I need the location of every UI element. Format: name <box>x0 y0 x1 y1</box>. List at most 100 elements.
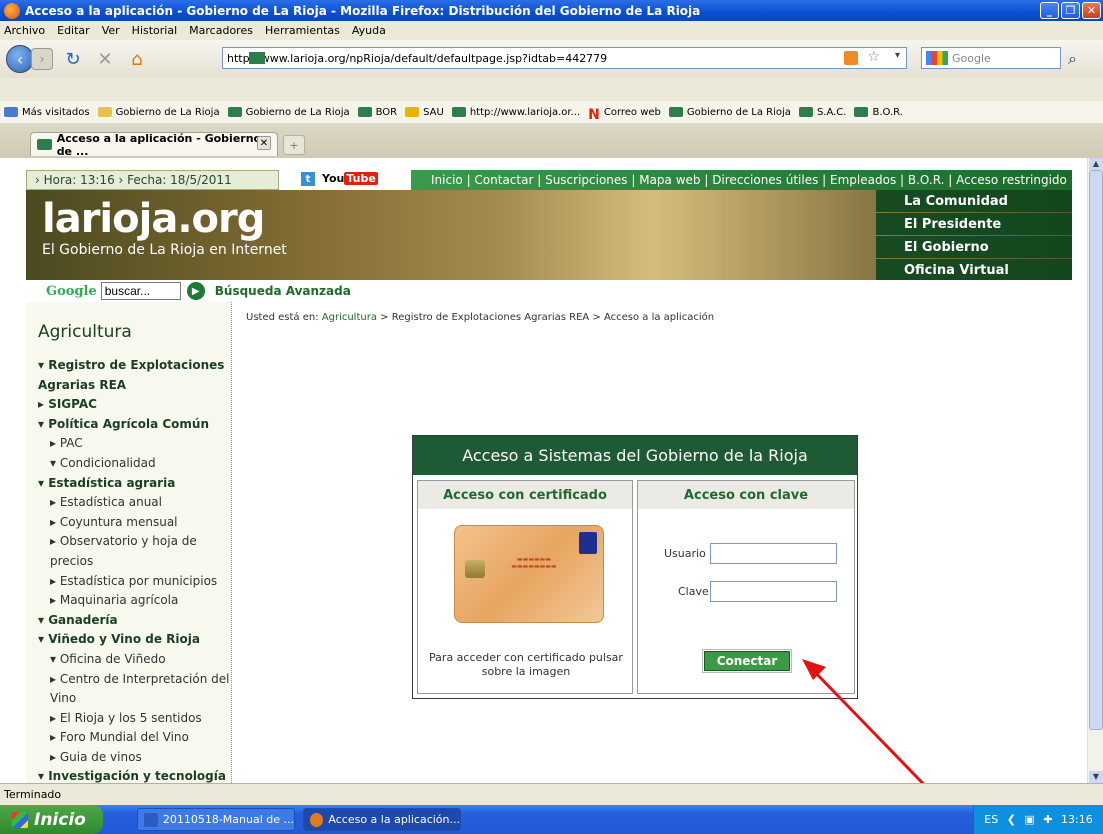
word-icon <box>144 812 158 827</box>
url-dropdown-icon[interactable]: ▾ <box>895 50 900 61</box>
minimize-icon[interactable]: _ <box>1040 2 1059 19</box>
site-icon <box>854 107 869 117</box>
sidebar-item[interactable]: ▾ Condicionalidad <box>38 454 231 474</box>
rss-icon[interactable] <box>844 51 858 65</box>
site-icon <box>798 107 813 117</box>
site-tagline: El Gobierno de La Rioja en Internet <box>42 242 287 258</box>
reload-icon[interactable]: ↻ <box>61 47 85 71</box>
start-button[interactable]: Inicio <box>0 805 103 834</box>
vertical-scrollbar[interactable]: ▲ ▼ <box>1087 158 1103 783</box>
sidebar-item[interactable]: ▸ PAC <box>38 434 231 454</box>
close-icon[interactable]: ✕ <box>1082 2 1101 19</box>
stop-icon[interactable]: ✕ <box>93 47 117 71</box>
bookmark-item[interactable]: SAU <box>405 107 444 118</box>
sidebar-item[interactable]: precios <box>38 552 231 572</box>
bookmark-item[interactable]: Gobierno de La Rioja <box>97 107 220 118</box>
twitter-icon[interactable]: t <box>301 172 315 186</box>
home-icon[interactable]: ⌂ <box>125 47 149 71</box>
sidebar-item[interactable]: ▾ Investigación y tecnología <box>38 767 231 783</box>
site-icon <box>227 107 242 117</box>
youtube-icon[interactable]: You Tube <box>322 172 378 185</box>
url-bar[interactable]: http://www.larioja.org/npRioja/default/d… <box>222 47 907 69</box>
taskbar-task-firefox[interactable]: Acceso a la aplicación... <box>303 808 461 831</box>
menu-la-comunidad[interactable]: La Comunidad <box>876 190 1072 212</box>
sidebar-item[interactable]: ▸ Guia de vinos <box>38 748 231 768</box>
sidebar-item[interactable]: ▾ Política Agrícola Común <box>38 415 231 435</box>
site-logo[interactable]: larioja.org <box>42 196 265 242</box>
windows-flag-icon <box>12 811 28 828</box>
sidebar-item[interactable]: ▸ Coyuntura mensual <box>38 513 231 533</box>
menu-el-gobierno[interactable]: El Gobierno <box>876 236 1072 258</box>
sidebar-item[interactable]: ▾ Viñedo y Vino de Rioja <box>38 630 231 650</box>
close-tab-icon[interactable]: ✕ <box>257 136 271 150</box>
user-field[interactable] <box>710 543 837 564</box>
login-box: Acceso a Sistemas del Gobierno de la Rio… <box>412 435 858 699</box>
sidebar-item[interactable]: Agrarias REA <box>38 376 231 396</box>
bookmark-item[interactable]: Gobierno de La Rioja <box>668 107 791 118</box>
sidebar-item[interactable]: ▸ Foro Mundial del Vino <box>38 728 231 748</box>
bookmark-item[interactable]: BOR <box>357 107 397 118</box>
sidebar-item[interactable]: ▾ Estadística agraria <box>38 474 231 494</box>
search-input[interactable]: Google <box>921 47 1061 69</box>
bookmark-item[interactable]: B.O.R. <box>854 107 903 118</box>
new-tab-icon[interactable]: + <box>283 135 305 155</box>
breadcrumb-link[interactable]: Agricultura <box>322 312 377 323</box>
sidebar-item[interactable]: ▸ Estadística anual <box>38 493 231 513</box>
sidebar-item[interactable]: ▸ Estadística por municipios <box>38 572 231 592</box>
menu-archivo[interactable]: Archivo <box>4 24 45 37</box>
site-icon <box>37 139 52 150</box>
menu-ver[interactable]: Ver <box>102 24 120 37</box>
sidebar-item[interactable]: ▾ Registro de Explotaciones <box>38 356 231 376</box>
scroll-up-icon[interactable]: ▲ <box>1089 158 1103 170</box>
menu-herramientas[interactable]: Herramientas <box>265 24 340 37</box>
network-icon[interactable]: ▣ <box>1024 813 1034 826</box>
menu-oficina-virtual[interactable]: Oficina Virtual <box>876 259 1072 280</box>
header-banner: larioja.org El Gobierno de La Rioja en I… <box>26 190 1072 280</box>
site-search-input[interactable] <box>100 282 181 300</box>
taskbar-task-word[interactable]: 20110518-Manual de ... <box>137 808 295 831</box>
bookmark-item[interactable]: N Correo web <box>588 107 661 124</box>
certificate-card-image[interactable]: ▬▬▬▬▬▬ ▬▬▬▬▬▬▬▬ <box>454 525 604 623</box>
site-icon <box>357 107 372 117</box>
menu-marcadores[interactable]: Marcadores <box>189 24 253 37</box>
bookmark-star-icon[interactable]: ☆ <box>867 49 880 65</box>
website: › Hora: 13:16 › Fecha: 18/5/2011 t You Tu… <box>26 162 1072 783</box>
forward-icon[interactable]: › <box>31 48 53 70</box>
certificate-note: Para acceder con certificado pulsar sobr… <box>429 651 623 678</box>
menu-el-presidente[interactable]: El Presidente <box>876 213 1072 235</box>
search-go-icon[interactable]: ▶ <box>186 282 205 300</box>
sidebar-item[interactable]: ▾ Oficina de Viñedo <box>38 650 231 670</box>
scroll-thumb[interactable] <box>1089 170 1103 730</box>
sidebar-item[interactable]: Vino <box>38 689 231 709</box>
user-label: Usuario <box>664 547 706 560</box>
top-navigation[interactable]: Inicio | Contactar | Suscripciones | Map… <box>411 170 1072 190</box>
menu-editar[interactable]: Editar <box>57 24 90 37</box>
search-icon[interactable]: ⌕ <box>1068 49 1077 69</box>
google-logo: Google <box>46 283 97 299</box>
bookmark-item[interactable]: Gobierno de La Rioja <box>227 107 350 118</box>
maximize-icon[interactable]: ❐ <box>1061 2 1080 19</box>
advanced-search-link[interactable]: Búsqueda Avanzada <box>215 284 351 298</box>
tray-expand-icon[interactable]: ❮ <box>1007 813 1016 826</box>
language-indicator[interactable]: ES <box>984 813 998 826</box>
sidebar-item[interactable]: ▸ Observatorio y hoja de <box>38 532 231 552</box>
security-icon[interactable]: ✚ <box>1043 813 1052 826</box>
sau-icon <box>405 107 420 117</box>
sidebar-title: Agricultura <box>38 322 132 342</box>
sidebar-item[interactable]: ▸ Maquinaria agrícola <box>38 591 231 611</box>
bookmark-item[interactable]: S.A.C. <box>798 107 846 118</box>
back-icon[interactable]: ‹ <box>6 45 34 73</box>
bookmark-item[interactable]: http://www.larioja.or... <box>451 107 580 118</box>
sidebar-item[interactable]: ▸ El Rioja y los 5 sentidos <box>38 709 231 729</box>
menu-ayuda[interactable]: Ayuda <box>352 24 386 37</box>
menu-historial[interactable]: Historial <box>132 24 177 37</box>
tab-active[interactable]: Acceso a la aplicación - Gobierno de ...… <box>30 132 278 158</box>
scroll-down-icon[interactable]: ▼ <box>1089 771 1103 783</box>
certificate-header: Acceso con certificado <box>418 481 632 509</box>
password-field[interactable] <box>710 581 837 602</box>
sidebar-item[interactable]: ▾ Ganadería <box>38 611 231 631</box>
bookmark-item[interactable]: Más visitados <box>4 107 90 118</box>
sidebar-item[interactable]: ▸ SIGPAC <box>38 395 231 415</box>
connect-button[interactable]: Conectar <box>702 649 792 673</box>
sidebar-item[interactable]: ▸ Centro de Interpretación del <box>38 670 231 690</box>
